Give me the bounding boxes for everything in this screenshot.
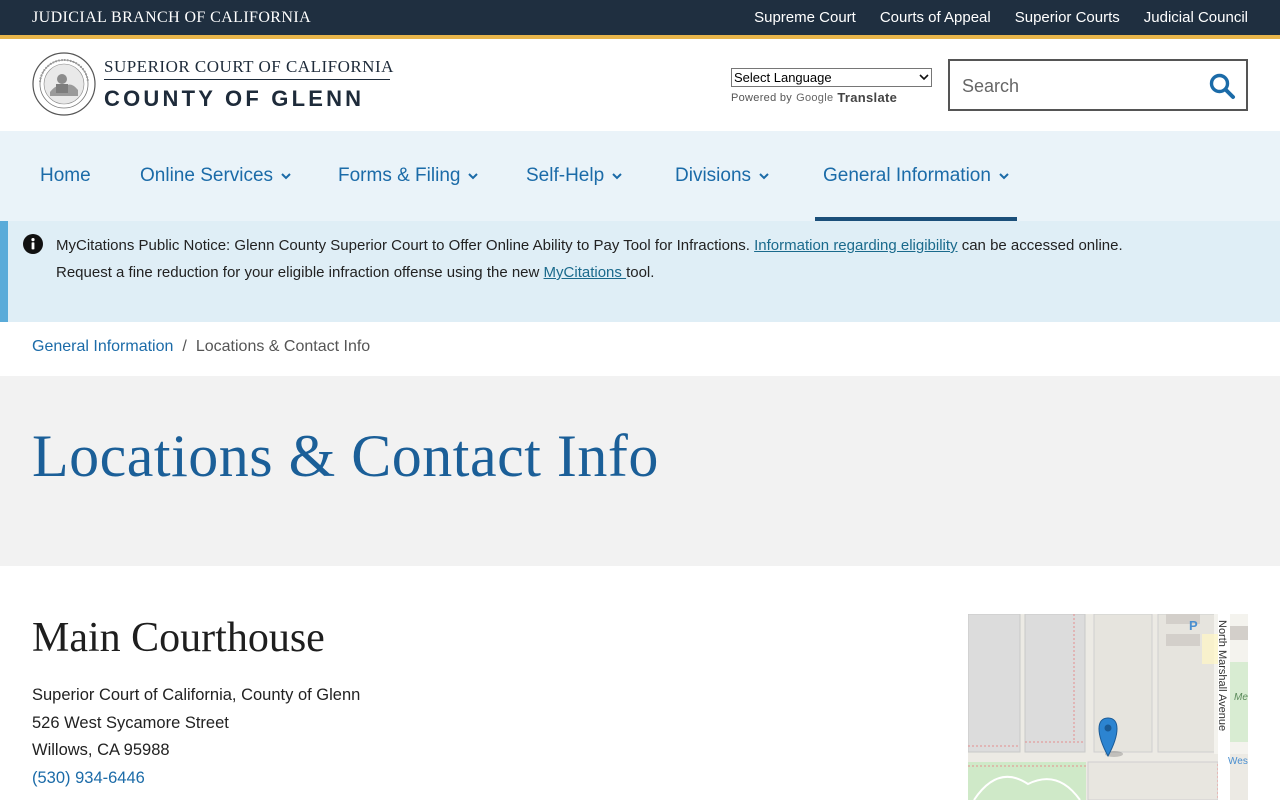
chevron-down-icon [759,172,769,179]
court-seal-icon[interactable] [32,52,96,116]
page-title: Locations & Contact Info [32,423,659,489]
chevron-down-icon [281,172,291,179]
nav-item-self-help[interactable]: Self-Help [518,131,630,221]
notice-text-2: can be accessed online. [957,237,1123,254]
address-line1: Superior Court of California, County of … [32,686,361,704]
google-logo[interactable]: Google [796,92,833,104]
top-link-courts-of-appeal[interactable]: Courts of Appeal [880,9,991,26]
notice-text-1: Glenn County Superior Court to Offer Onl… [230,237,755,254]
nav-item-label: Divisions [675,165,752,186]
court-name-line2[interactable]: COUNTY OF GLENN [104,86,364,112]
notice-text-3: Request a fine reduction for your eligib… [56,264,544,281]
breadcrumb: General Information / Locations & Contac… [32,338,370,356]
chevron-down-icon [999,172,1009,179]
location-map[interactable]: P North Marshall Avenue Me Wes [968,614,1248,800]
info-icon [23,234,43,254]
judicial-branch-title: JUDICIAL BRANCH OF CALIFORNIA [32,9,312,26]
nav-item-label: Forms & Filing [338,165,461,186]
search-input[interactable] [962,73,1192,99]
court-name-line1[interactable]: SUPERIOR COURT OF CALIFORNIA [104,57,394,77]
translate-label[interactable]: Translate [837,90,897,105]
search-icon[interactable] [1208,72,1236,100]
nav-item-label: Self-Help [526,165,605,186]
location-address: Superior Court of California, County of … [32,682,360,792]
language-select-value: Select Language [734,70,832,85]
nav-item-label: Home [40,165,91,186]
map-street-label: North Marshall Avenue [1216,620,1228,731]
nav-item-home[interactable]: Home [32,131,99,221]
powered-by-google-translate: Powered by Google Translate [731,90,897,105]
top-links: Supreme Court Courts of Appeal Superior … [754,9,1248,26]
public-notice-banner: MyCitations Public Notice: Glenn County … [0,221,1280,322]
top-link-supreme-court[interactable]: Supreme Court [754,9,856,26]
nav-item-label: Online Services [140,165,274,186]
top-link-superior-courts[interactable]: Superior Courts [1015,9,1120,26]
chevron-down-icon [919,74,929,81]
breadcrumb-general-information[interactable]: General Information [32,338,173,356]
nav-item-label: General Information [823,165,991,186]
parking-label: P [1189,618,1198,633]
court-name-rule [104,79,390,80]
nav-item-online-services[interactable]: Online Services [132,131,299,221]
page-hero: Locations & Contact Info [0,376,1280,566]
powered-by-label: Powered by [731,91,793,104]
map-canvas[interactable]: P North Marshall Avenue Me Wes [968,614,1248,800]
location-heading: Main Courthouse [32,615,325,661]
site-header: SUPERIOR COURT OF CALIFORNIA COUNTY OF G… [0,39,1280,131]
language-select[interactable]: Select Language [731,68,932,87]
notice-text: MyCitations Public Notice: Glenn County … [56,232,1206,286]
phone-link[interactable]: (530) 934-6446 [32,769,145,787]
chevron-down-icon [612,172,622,179]
breadcrumb-current: Locations & Contact Info [195,338,371,355]
nav-item-divisions[interactable]: Divisions [667,131,777,221]
chevron-down-icon [468,172,479,179]
top-utility-bar: JUDICIAL BRANCH OF CALIFORNIA Supreme Co… [0,0,1280,35]
search-box [948,59,1248,111]
address-line2: 526 West Sycamore Street [32,713,229,732]
nav-item-general-information[interactable]: General Information [815,131,1017,221]
eligibility-link[interactable]: Information regarding eligibility [754,237,957,254]
notice-text-4: tool. [626,264,655,281]
nav-item-forms-filing[interactable]: Forms & Filing [330,131,486,221]
map-label-wes: Wes [1228,756,1248,767]
main-nav: Home Online Services Forms & Filing Self… [0,131,1280,221]
breadcrumb-separator: / [182,338,187,355]
top-link-judicial-council[interactable]: Judicial Council [1144,9,1248,26]
notice-title: MyCitations Public Notice: [56,237,231,254]
mycitations-link[interactable]: MyCitations [544,264,627,281]
address-line3: Willows, CA 95988 [32,741,170,759]
map-label-me: Me [1234,692,1248,703]
